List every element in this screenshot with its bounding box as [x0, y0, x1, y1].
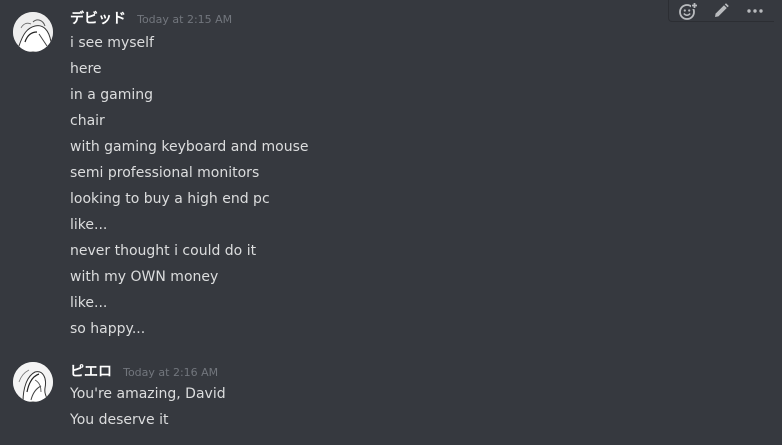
avatar-image — [13, 12, 53, 52]
message-header: ピエロ Today at 2:16 AM — [70, 361, 218, 381]
username[interactable]: デビッド — [70, 11, 126, 27]
message-content: You're amazing, David You deserve it — [70, 381, 750, 433]
message-line: i see myself — [70, 35, 154, 51]
add-reaction-button[interactable] — [676, 1, 700, 21]
timestamp[interactable]: Today at 2:15 AM — [137, 13, 232, 26]
message-content: i see myself here in a gaming chair with… — [70, 30, 750, 342]
avatar[interactable] — [13, 362, 53, 402]
message-line: like... — [70, 217, 108, 233]
avatar[interactable] — [13, 12, 53, 52]
username[interactable]: ピエロ — [70, 364, 112, 380]
message-line: You deserve it — [70, 412, 169, 428]
timestamp[interactable]: Today at 2:16 AM — [123, 366, 218, 379]
more-icon — [747, 8, 763, 13]
message-toolbar — [668, 0, 774, 22]
message-line: never thought i could do it — [70, 243, 257, 259]
add-reaction-icon — [678, 1, 698, 20]
message-line: in a gaming — [70, 87, 153, 103]
message-header: デビッド Today at 2:15 AM — [70, 8, 232, 28]
more-button[interactable] — [743, 1, 767, 21]
message-line: chair — [70, 113, 105, 129]
avatar-image — [13, 362, 53, 402]
message-line: You're amazing, David — [70, 386, 226, 402]
edit-button[interactable] — [709, 1, 733, 21]
message-line: here — [70, 61, 102, 77]
edit-icon — [715, 2, 730, 17]
message-line: with my OWN money — [70, 269, 219, 285]
message-line: so happy... — [70, 321, 146, 337]
message-line: semi professional monitors — [70, 165, 260, 181]
message-line: with gaming keyboard and mouse — [70, 139, 309, 155]
message-line: looking to buy a high end pc — [70, 191, 270, 207]
message-line: like... — [70, 295, 108, 311]
